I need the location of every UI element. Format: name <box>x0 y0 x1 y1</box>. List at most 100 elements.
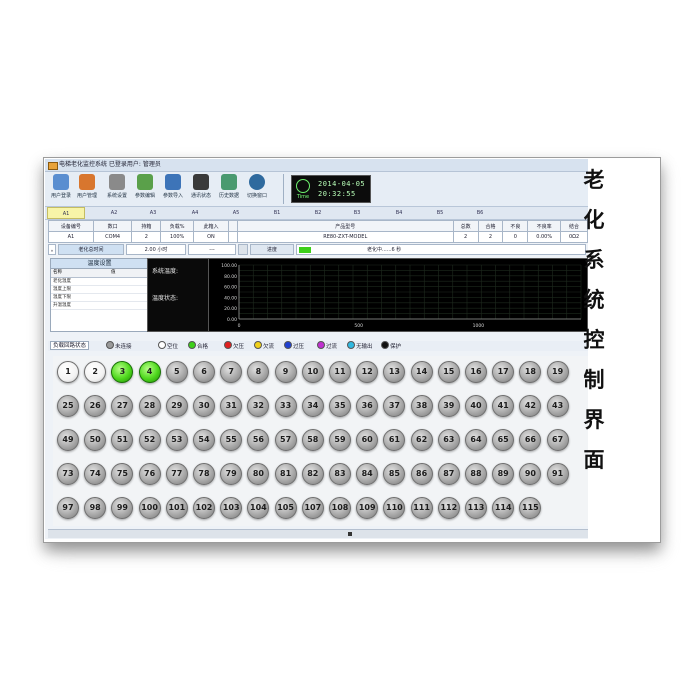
load-slot[interactable]: 91 <box>546 463 569 485</box>
load-slot[interactable]: 62 <box>410 429 433 451</box>
load-slot[interactable]: 108 <box>329 497 351 519</box>
load-slot[interactable]: 12 <box>356 361 379 383</box>
load-slot[interactable]: 38 <box>410 395 433 417</box>
load-slot[interactable]: 113 <box>465 497 487 519</box>
load-slot[interactable]: 1 <box>57 361 79 383</box>
load-slot[interactable]: 54 <box>193 429 215 451</box>
load-slot[interactable]: 16 <box>465 361 487 383</box>
load-slot[interactable]: 43 <box>546 395 569 417</box>
tab-B6[interactable]: B6 <box>461 207 499 219</box>
load-slot[interactable]: 42 <box>519 395 542 417</box>
load-slot[interactable]: 97 <box>57 497 79 519</box>
tab-B5[interactable]: B5 <box>421 207 459 219</box>
load-slot[interactable]: 3 <box>111 361 134 383</box>
load-slot[interactable]: 63 <box>437 429 460 451</box>
load-slot[interactable]: 110 <box>383 497 406 519</box>
temp-grid-row[interactable]: 温度下限 <box>51 294 148 302</box>
tab-A3[interactable]: A3 <box>134 207 172 219</box>
load-slot[interactable]: 82 <box>301 463 324 485</box>
load-slot[interactable]: 78 <box>193 463 215 485</box>
load-slot[interactable]: 75 <box>111 463 134 485</box>
load-slot[interactable]: 14 <box>410 361 433 383</box>
scroll-thumb[interactable] <box>348 532 352 536</box>
load-slot[interactable]: 59 <box>329 429 351 451</box>
load-slot[interactable]: 4 <box>138 361 161 383</box>
tab-A4[interactable]: A4 <box>176 207 214 219</box>
load-slot[interactable]: 15 <box>437 361 460 383</box>
load-slot[interactable]: 90 <box>519 463 542 485</box>
load-slot[interactable]: 102 <box>193 497 215 519</box>
load-slot[interactable]: 53 <box>165 429 188 451</box>
load-slot[interactable]: 99 <box>111 497 134 519</box>
load-slot[interactable]: 55 <box>220 429 243 451</box>
load-slot[interactable]: 67 <box>546 429 569 451</box>
load-slot[interactable]: 81 <box>274 463 297 485</box>
param-import-button[interactable]: 参数导入 <box>161 174 185 199</box>
load-slot[interactable]: 5 <box>165 361 188 383</box>
load-slot[interactable]: 37 <box>383 395 406 417</box>
load-slot[interactable]: 52 <box>138 429 161 451</box>
param-edit-button[interactable]: 参数编辑 <box>133 174 157 199</box>
load-slot[interactable]: 19 <box>546 361 569 383</box>
load-slot[interactable]: 36 <box>356 395 379 417</box>
load-slot[interactable]: 115 <box>519 497 542 519</box>
load-slot[interactable]: 9 <box>274 361 297 383</box>
load-slot[interactable]: 49 <box>57 429 79 451</box>
load-slot[interactable]: 76 <box>138 463 161 485</box>
load-slot[interactable]: 33 <box>274 395 297 417</box>
tab-A2[interactable]: A2 <box>95 207 133 219</box>
load-slot[interactable]: 114 <box>492 497 515 519</box>
load-slot[interactable]: 101 <box>165 497 188 519</box>
load-slot[interactable]: 30 <box>193 395 215 417</box>
load-slot[interactable]: 65 <box>492 429 515 451</box>
load-slot[interactable]: 107 <box>301 497 324 519</box>
tab-B3[interactable]: B3 <box>338 207 376 219</box>
load-slot[interactable]: 39 <box>437 395 460 417</box>
load-slot[interactable]: 13 <box>383 361 406 383</box>
load-slot[interactable]: 11 <box>329 361 351 383</box>
load-slot[interactable]: 50 <box>84 429 107 451</box>
load-slot[interactable]: 51 <box>111 429 134 451</box>
load-slot[interactable]: 6 <box>193 361 215 383</box>
tab-B1[interactable]: B1 <box>258 207 296 219</box>
load-slot[interactable]: 35 <box>329 395 351 417</box>
load-slot[interactable]: 100 <box>138 497 161 519</box>
load-slot[interactable]: 87 <box>437 463 460 485</box>
load-slot[interactable]: 73 <box>57 463 79 485</box>
temp-grid-row[interactable]: 升温温度 <box>51 302 148 310</box>
load-slot[interactable]: 77 <box>165 463 188 485</box>
expand-toggle[interactable]: » <box>48 244 56 255</box>
load-slot[interactable]: 26 <box>84 395 107 417</box>
load-slot[interactable]: 84 <box>356 463 379 485</box>
load-slot[interactable]: 104 <box>247 497 270 519</box>
load-slot[interactable]: 29 <box>165 395 188 417</box>
load-slot[interactable]: 66 <box>519 429 542 451</box>
load-slot[interactable]: 79 <box>220 463 243 485</box>
tab-B2[interactable]: B2 <box>299 207 337 219</box>
horizontal-scrollbar[interactable] <box>48 529 588 538</box>
load-slot[interactable]: 112 <box>437 497 460 519</box>
load-slot[interactable]: 2 <box>84 361 107 383</box>
load-slot[interactable]: 27 <box>111 395 134 417</box>
user-manage-button[interactable]: 用户管理 <box>75 174 99 199</box>
load-slot[interactable]: 8 <box>247 361 270 383</box>
history-button[interactable]: 历史数据 <box>217 174 241 199</box>
load-slot[interactable]: 56 <box>247 429 270 451</box>
load-slot[interactable]: 88 <box>465 463 487 485</box>
load-slot[interactable]: 40 <box>465 395 487 417</box>
load-slot[interactable]: 32 <box>247 395 270 417</box>
load-slot[interactable]: 60 <box>356 429 379 451</box>
load-slot[interactable]: 74 <box>84 463 107 485</box>
tab-B4[interactable]: B4 <box>380 207 418 219</box>
load-slot[interactable]: 61 <box>383 429 406 451</box>
load-slot[interactable]: 98 <box>84 497 107 519</box>
load-slot[interactable]: 105 <box>274 497 297 519</box>
login-button[interactable]: 用户登录 <box>49 174 73 199</box>
load-slot[interactable]: 86 <box>410 463 433 485</box>
load-slot[interactable]: 57 <box>274 429 297 451</box>
load-slot[interactable]: 64 <box>465 429 487 451</box>
load-slot[interactable]: 111 <box>410 497 433 519</box>
load-slot[interactable]: 28 <box>138 395 161 417</box>
load-slot[interactable]: 85 <box>383 463 406 485</box>
load-slot[interactable]: 17 <box>492 361 515 383</box>
